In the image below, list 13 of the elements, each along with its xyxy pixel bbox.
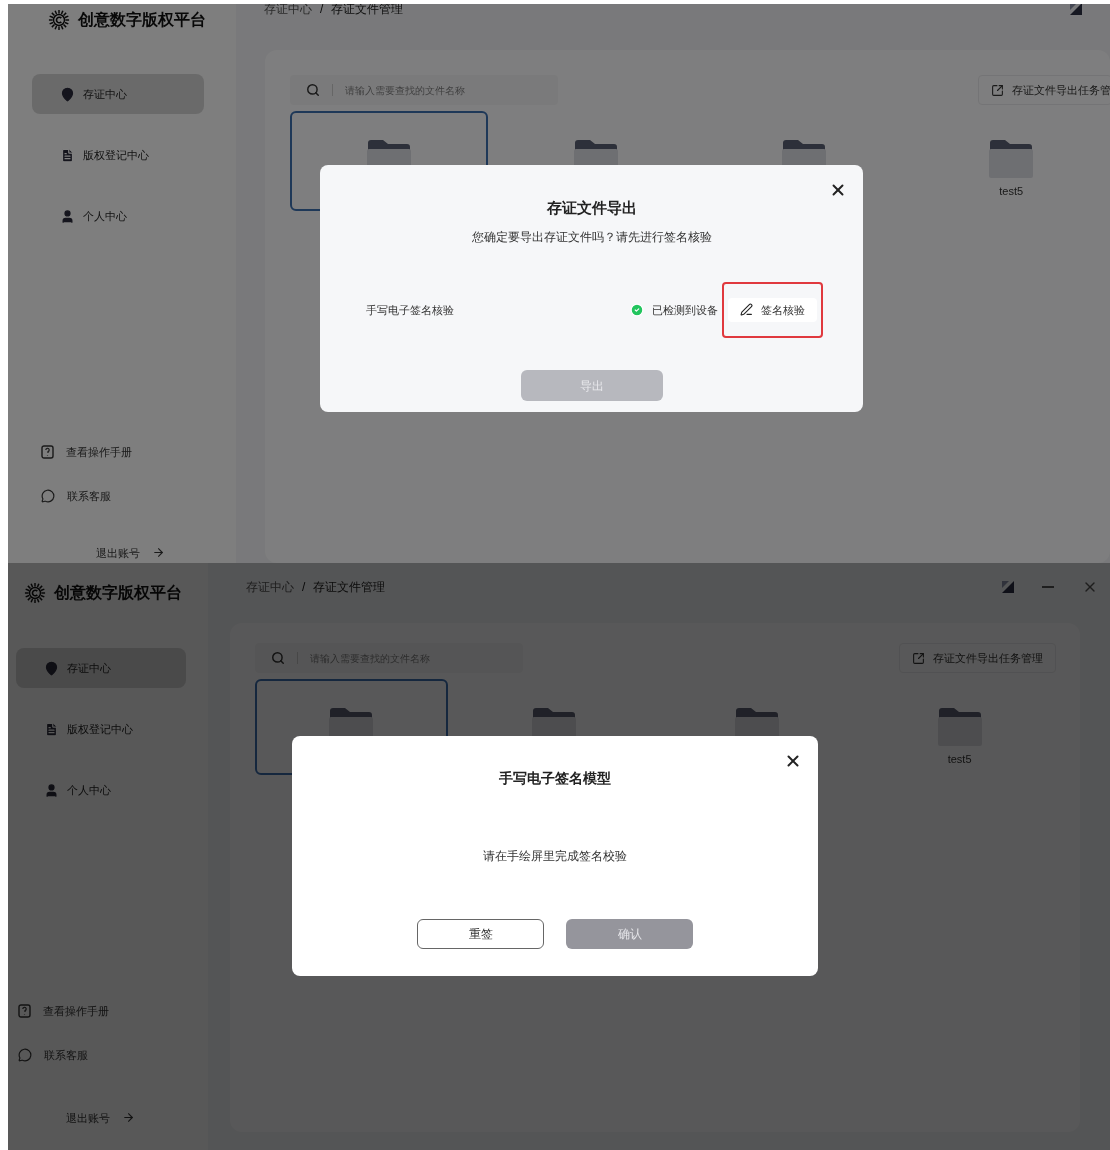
- dialog-title: 存证文件导出: [546, 198, 637, 218]
- folder-label: test5: [999, 184, 1024, 199]
- breadcrumb-separator: /: [302, 579, 306, 596]
- breadcrumb-current: 存证文件管理: [313, 579, 386, 596]
- dialog-subtitle: 您确定要导出存证文件吗？请先进行签名核验: [471, 228, 712, 246]
- breadcrumb-separator: /: [320, 4, 324, 18]
- brand-name: 创意数字版权平台: [78, 10, 206, 30]
- folder-label: test5: [947, 752, 972, 767]
- brand-name: 创意数字版权平台: [54, 583, 182, 603]
- dialog-title: 手写电子签名模型: [499, 769, 611, 788]
- dialog-message: 请在手绘屏里完成签名校验: [483, 848, 627, 865]
- row-label: 手写电子签名核验: [366, 302, 455, 318]
- status-text: 已检测到设备: [652, 302, 718, 318]
